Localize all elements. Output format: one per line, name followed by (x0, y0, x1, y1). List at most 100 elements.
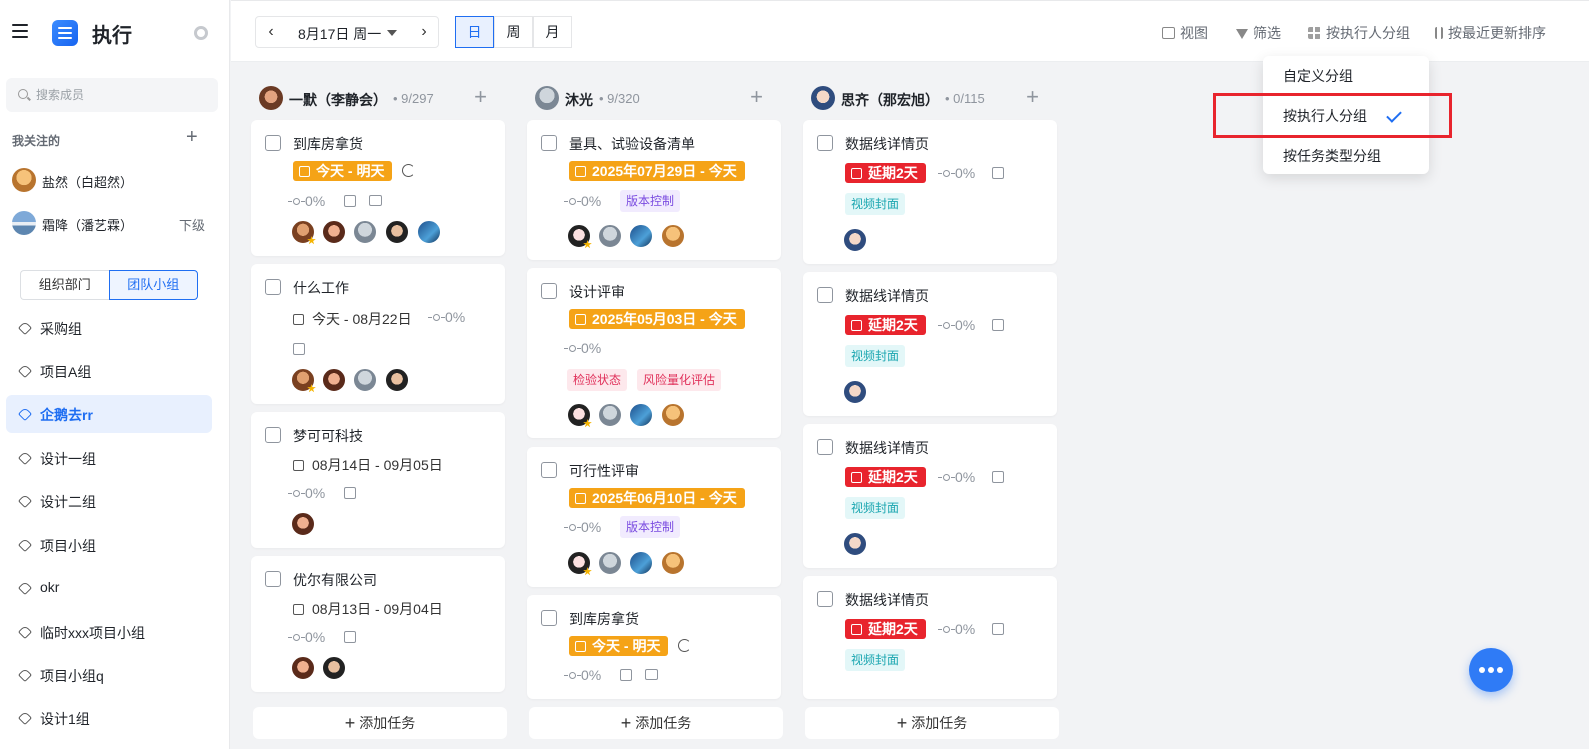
group-item-active[interactable]: 企鹅去rr (6, 395, 212, 433)
member-item[interactable]: 盐然（白超然） (12, 166, 217, 194)
task-checkbox[interactable] (541, 610, 557, 626)
edit-icon[interactable] (344, 487, 356, 499)
member-search-input[interactable] (36, 78, 211, 112)
group-item[interactable]: 项目小组q (6, 656, 212, 694)
add-task-button[interactable]: + 添加任务 (529, 707, 783, 739)
task-card[interactable]: 优尔有限公司 08月13日 - 09月04日 0% (251, 556, 505, 692)
task-checkbox[interactable] (265, 135, 281, 151)
task-date: 今天 - 明天 (293, 161, 393, 181)
group-item[interactable]: 项目小组 (6, 526, 212, 564)
group-item[interactable]: okr (6, 569, 212, 607)
edit-icon[interactable] (992, 167, 1004, 179)
edit-icon[interactable] (620, 669, 632, 681)
progress-icon (288, 198, 305, 205)
task-card[interactable]: 什么工作 今天 - 08月22日 0% (251, 264, 505, 404)
tag-icon (17, 624, 33, 640)
filter-icon (1236, 29, 1248, 39)
edit-icon[interactable] (293, 343, 305, 355)
task-checkbox[interactable] (817, 439, 833, 455)
task-card[interactable]: 数据线详情页 延期2天 0% 视频封面 (803, 272, 1057, 416)
dropdown-item-by-type[interactable]: 按任务类型分组 (1263, 138, 1429, 174)
next-day-button[interactable]: › (409, 17, 439, 47)
edit-icon[interactable] (344, 631, 356, 643)
task-checkbox[interactable] (817, 287, 833, 303)
more-actions-button[interactable] (1469, 648, 1513, 692)
member-search[interactable] (6, 78, 218, 112)
task-overdue: 延期2天 (845, 619, 926, 639)
task-title: 梦可可科技 (293, 428, 363, 444)
task-card[interactable]: 到库房拿货 今天 - 明天 0% (251, 120, 505, 256)
comment-icon[interactable] (645, 669, 658, 680)
calendar-icon (851, 168, 862, 179)
follow-section-title: 我关注的 (12, 134, 61, 148)
group-item[interactable]: 设计一组 (6, 439, 212, 477)
tab-team-group[interactable]: 团队小组 (108, 270, 198, 300)
task-label: 视频封面 (845, 193, 906, 215)
task-card[interactable]: 到库房拿货 今天 - 明天 0% (527, 595, 781, 699)
date-picker[interactable]: ‹ 8月17日 周一 › (255, 16, 439, 48)
task-checkbox[interactable] (541, 135, 557, 151)
edit-icon[interactable] (992, 471, 1004, 483)
column-count: • 9/320 (599, 91, 640, 106)
filter-label: 筛选 (1253, 25, 1281, 41)
task-card[interactable]: 梦可可科技 08月14日 - 09月05日 0% (251, 412, 505, 548)
group-item[interactable]: 设计1组 (6, 699, 212, 737)
settings-icon[interactable] (194, 26, 208, 40)
edit-icon[interactable] (344, 195, 356, 207)
task-card[interactable]: 数据线详情页 延期2天 0% 视频封面 (803, 120, 1057, 264)
add-task-button[interactable]: + 添加任务 (805, 707, 1059, 739)
sort-button[interactable]: 按最近更新排序 (1435, 23, 1546, 43)
task-checkbox[interactable] (265, 571, 281, 587)
member-item[interactable]: 霜降（潘艺霖） 下级 (12, 209, 217, 237)
edit-icon[interactable] (992, 319, 1004, 331)
current-date[interactable]: 8月17日 周一 (298, 24, 381, 44)
task-date: 今天 - 明天 (569, 636, 669, 656)
task-checkbox[interactable] (541, 462, 557, 478)
task-progress: 0% (564, 340, 601, 356)
range-month[interactable]: 月 (533, 16, 572, 48)
group-item[interactable]: 临时xxx项目小组 (6, 613, 212, 651)
range-week[interactable]: 周 (494, 16, 533, 48)
calendar-icon (851, 320, 862, 331)
task-card[interactable]: 设计评审 2025年05月03日 - 今天 0% 检验状态 风险量化评估 (527, 268, 781, 438)
dropdown-item-custom[interactable]: 自定义分组 (1263, 58, 1429, 94)
add-task-icon[interactable]: + (1026, 84, 1039, 110)
chevron-down-icon[interactable] (387, 30, 397, 36)
filter-button[interactable]: 筛选 (1236, 23, 1281, 43)
avatar (417, 220, 441, 244)
comment-icon[interactable] (369, 195, 382, 206)
group-item[interactable]: 采购组 (6, 309, 212, 347)
add-follow-icon[interactable]: + (186, 126, 198, 149)
task-card[interactable]: 数据线详情页 延期2天 0% 视频封面 (803, 424, 1057, 568)
prev-day-button[interactable]: ‹ (256, 17, 286, 47)
group-item[interactable]: 设计二组 (6, 482, 212, 520)
task-card[interactable]: 可行性评审 2025年06月10日 - 今天 0% 版本控制 (527, 447, 781, 587)
tag-icon (17, 667, 33, 683)
progress-icon (288, 634, 305, 641)
group-item[interactable]: 项目A组 (6, 352, 212, 390)
task-title: 数据线详情页 (845, 288, 929, 304)
group-by-button[interactable]: 按执行人分组 (1308, 23, 1410, 43)
range-day[interactable]: 日 (455, 16, 494, 48)
add-task-button[interactable]: + 添加任务 (253, 707, 507, 739)
progress-icon (288, 490, 305, 497)
calendar-icon (293, 460, 304, 471)
add-task-icon[interactable]: + (750, 84, 763, 110)
task-card[interactable]: 量具、试验设备清单 2025年07月29日 - 今天 0% 版本控制 (527, 120, 781, 260)
edit-icon[interactable] (992, 623, 1004, 635)
range-switch: 日 周 月 (455, 16, 573, 48)
task-checkbox[interactable] (541, 283, 557, 299)
task-checkbox[interactable] (265, 427, 281, 443)
task-card[interactable]: 数据线详情页 延期2天 0% 视频封面 (803, 576, 1057, 699)
avatar (598, 403, 622, 427)
menu-icon[interactable] (12, 24, 28, 38)
view-button[interactable]: 视图 (1162, 23, 1208, 43)
task-checkbox[interactable] (817, 135, 833, 151)
avatar (12, 168, 36, 192)
task-checkbox[interactable] (265, 279, 281, 295)
tab-org-dept[interactable]: 组织部门 (20, 270, 109, 300)
tag-icon (17, 537, 33, 553)
add-task-icon[interactable]: + (474, 84, 487, 110)
task-checkbox[interactable] (817, 591, 833, 607)
calendar-icon (575, 314, 586, 325)
